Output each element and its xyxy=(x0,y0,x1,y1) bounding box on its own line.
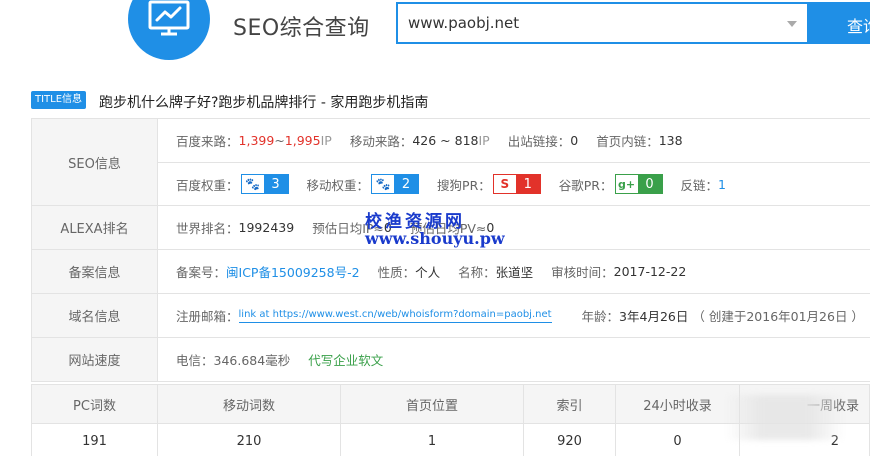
search-button[interactable]: 查询 xyxy=(809,2,870,44)
homepage-links-value: 138 xyxy=(658,133,683,148)
seo-info-table: SEO信息 百度来路： 1,399 ~ 1,995 IP 移动来路： 426 ~… xyxy=(31,118,870,382)
mosaic-blur xyxy=(725,395,845,440)
register-email-label: 注册邮箱： xyxy=(176,309,239,324)
outbound-label: 出站链接： xyxy=(507,134,571,149)
search-value[interactable]: www.paobj.net xyxy=(408,14,519,32)
review-time-value: 2017-12-22 xyxy=(613,264,687,279)
seo-label: SEO信息 xyxy=(32,119,158,205)
world-rank-value: 1992439 xyxy=(238,220,295,235)
speed-line: 电信： 346.684毫秒 代写企业软文 xyxy=(158,338,870,381)
baidu-traffic-sep: ~ xyxy=(274,133,285,148)
watermark-url: www.shouyu.pw xyxy=(365,229,505,248)
baidu-weight-badge[interactable]: 🐾 3 xyxy=(240,174,289,194)
speed-row: 网站速度 电信： 346.684毫秒 代写企业软文 xyxy=(31,338,870,382)
mobile-words-value[interactable]: 210 xyxy=(157,423,341,456)
domain-row: 域名信息 注册邮箱： link at https://www.west.cn/w… xyxy=(31,294,870,338)
outbound-value: 0 xyxy=(570,133,579,148)
mobile-traffic-label: 移动来路： xyxy=(349,134,413,149)
telecom-label: 电信： xyxy=(176,353,214,368)
baidu-traffic-high: 1,995 xyxy=(284,133,321,148)
beian-number-link[interactable]: 闽ICP备15009258号-2 xyxy=(226,262,360,281)
indexed-24h-value[interactable]: 0 xyxy=(615,423,740,456)
beian-number-label: 备案号： xyxy=(176,265,227,280)
sogou-pr-badge[interactable]: S 1 xyxy=(492,174,541,194)
app-title: SEO综合查询 xyxy=(233,16,370,41)
age-label: 年龄： xyxy=(581,309,620,324)
beian-line: 备案号： 闽ICP备15009258号-2 性质： 个人 名称： 张道坚 审核时… xyxy=(158,250,870,293)
world-rank-label: 世界排名： xyxy=(176,221,239,236)
alexa-label: ALEXA排名 xyxy=(32,206,158,249)
google-plus-icon: g+ xyxy=(615,175,638,193)
domain-line: 注册邮箱： link at https://www.west.cn/web/wh… xyxy=(158,294,870,337)
mobile-traffic-unit: IP xyxy=(478,133,490,148)
backlinks-label: 反链： xyxy=(680,177,719,193)
indexed-24h-header: 24小时收录 xyxy=(615,384,740,424)
index-header: 索引 xyxy=(523,384,616,424)
google-pr-value: 0 xyxy=(637,175,662,193)
nature-label: 性质： xyxy=(377,265,416,280)
baidu-traffic-unit: IP xyxy=(320,133,332,148)
homepage-position-value: 1 xyxy=(340,423,524,456)
sogou-icon: S xyxy=(493,175,516,193)
homepage-links-label: 首页内链： xyxy=(596,134,659,149)
baidu-weight-label: 百度权重： xyxy=(176,177,239,193)
speed-label: 网站速度 xyxy=(32,338,158,381)
traffic-line: 百度来路： 1,399 ~ 1,995 IP 移动来路： 426 ~ 818 I… xyxy=(158,119,870,162)
beian-row: 备案信息 备案号： 闽ICP备15009258号-2 性质： 个人 名称： 张道… xyxy=(31,250,870,294)
alexa-line: 世界排名： 1992439 预估日均IP≈ 0 预估日均PV≈ 0 xyxy=(158,206,870,249)
sogou-pr-value: 1 xyxy=(515,175,540,193)
sogou-pr-label: 搜狗PR： xyxy=(437,177,491,193)
beian-label: 备案信息 xyxy=(32,250,158,293)
google-pr-badge[interactable]: g+ 0 xyxy=(614,174,663,194)
pc-words-value[interactable]: 191 xyxy=(31,423,158,456)
dropdown-caret-icon[interactable] xyxy=(787,21,797,27)
mobile-traffic-value: 426 ~ 818 xyxy=(412,133,479,148)
baidu-traffic-label: 百度来路： xyxy=(176,134,239,149)
mobile-words-header: 移动词数 xyxy=(157,384,341,424)
telecom-value: 346.684毫秒 xyxy=(213,353,291,368)
name-value: 张道坚 xyxy=(495,265,534,280)
monitor-chart-icon xyxy=(148,0,190,36)
review-time-label: 审核时间： xyxy=(551,265,614,280)
seo-row: SEO信息 百度来路： 1,399 ~ 1,995 IP 移动来路： 426 ~… xyxy=(31,119,870,206)
mobile-weight-badge[interactable]: 🐾 2 xyxy=(371,174,420,194)
promo-link[interactable]: 代写企业软文 xyxy=(308,350,383,369)
page-title-text: 跑步机什么牌子好?跑步机品牌排行 - 家用跑步机指南 xyxy=(99,95,429,111)
title-badge: TITLE信息 xyxy=(31,91,87,109)
index-value[interactable]: 920 xyxy=(523,423,616,456)
search-input[interactable]: www.paobj.net xyxy=(396,2,809,44)
pc-words-header: PC词数 xyxy=(31,384,158,424)
homepage-position-header: 首页位置 xyxy=(340,384,524,424)
baidu-weight-value: 3 xyxy=(263,175,288,193)
mobile-weight-label: 移动权重： xyxy=(306,177,370,193)
baidu-traffic-low: 1,399 xyxy=(238,133,275,148)
created-note: （ 创建于2016年01月26日 ） xyxy=(692,309,864,324)
whois-link[interactable]: link at https://www.west.cn/web/whoisfor… xyxy=(238,309,552,323)
weight-line: 百度权重： 🐾 3 移动权重： 🐾 2 搜狗PR： S 1 谷歌PR： g+ 0… xyxy=(158,162,870,205)
backlinks-link[interactable]: 1 xyxy=(718,177,726,192)
domain-label: 域名信息 xyxy=(32,294,158,337)
name-label: 名称： xyxy=(458,265,496,280)
google-pr-label: 谷歌PR： xyxy=(558,177,613,193)
nature-value: 个人 xyxy=(415,265,441,280)
mobile-weight-value: 2 xyxy=(394,175,419,193)
paw-icon: 🐾 xyxy=(372,175,395,193)
age-value: 3年4月26日 xyxy=(619,309,689,324)
paw-icon: 🐾 xyxy=(241,175,264,193)
